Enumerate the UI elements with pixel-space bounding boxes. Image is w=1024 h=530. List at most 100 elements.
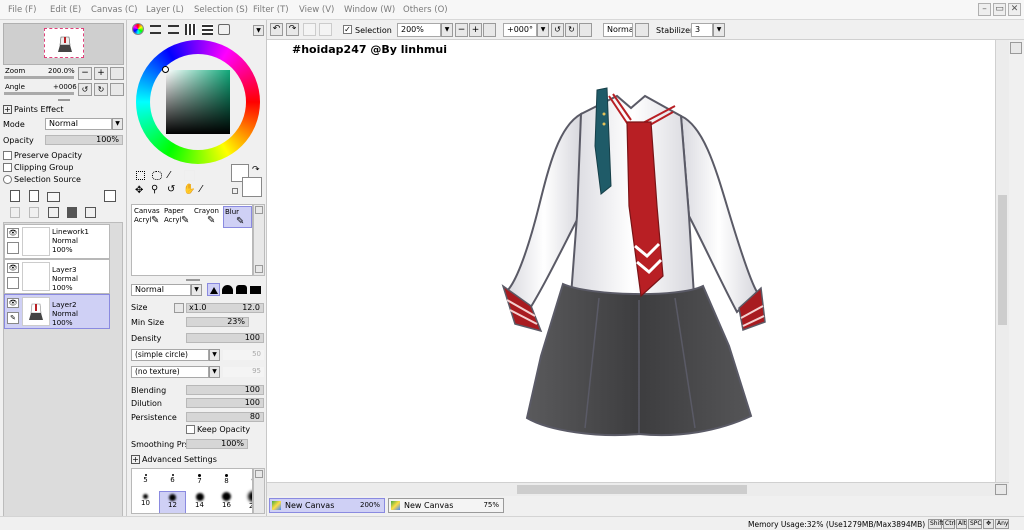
clipping-group-checkbox[interactable] [3, 163, 12, 172]
layer-mask-icon[interactable] [104, 190, 116, 202]
size-presets-scrollbar[interactable] [253, 468, 265, 514]
size-slider[interactable]: x1.0 12.0 [186, 303, 264, 313]
rotate-left-button[interactable]: ↺ [78, 83, 92, 96]
size-preset-20[interactable]: 20 [240, 491, 252, 513]
eye-icon[interactable]: 👁 [7, 263, 19, 273]
min-size-slider[interactable]: 23% [186, 317, 249, 327]
new-layer-icon[interactable] [10, 190, 20, 202]
new-vector-layer-icon[interactable] [29, 190, 39, 202]
chevron-down-icon[interactable]: ▼ [209, 366, 220, 378]
blending-slider[interactable]: 100 [186, 385, 264, 395]
chevron-down-icon[interactable]: ▼ [537, 23, 549, 37]
rotate-reset-button[interactable] [110, 83, 124, 96]
menu-selection[interactable]: Selection (S) [194, 5, 248, 15]
lock-icon[interactable] [7, 242, 19, 254]
zoom-in-button[interactable]: + [469, 23, 482, 37]
rotate-right-button[interactable]: ↻ [94, 83, 108, 96]
brush-texture-select[interactable]: (no texture) [131, 366, 209, 378]
color-picker-handle[interactable] [162, 66, 169, 73]
menu-canvas[interactable]: Canvas (C) [91, 5, 137, 15]
horizontal-scroll-thumb[interactable] [517, 485, 747, 494]
brush-shape-flat[interactable] [236, 285, 247, 294]
menu-view[interactable]: View (V) [299, 5, 334, 15]
preserve-opacity-checkbox[interactable] [3, 151, 12, 160]
scroll-up-button[interactable] [1010, 42, 1022, 54]
menu-filter[interactable]: Filter (T) [253, 5, 289, 15]
invert-selection-button[interactable] [319, 23, 332, 36]
dilution-slider[interactable]: 100 [186, 398, 264, 408]
navigator-viewport[interactable] [44, 28, 84, 58]
size-preset-12[interactable]: 12 [159, 491, 186, 513]
paints-effect-expand-icon[interactable]: + [3, 105, 12, 114]
rotate-reset-button[interactable] [579, 23, 592, 37]
chevron-down-icon[interactable]: ▼ [209, 349, 220, 361]
panel-menu-chevron-icon[interactable]: ▼ [253, 25, 264, 36]
move-icon[interactable]: ✥ [135, 185, 143, 196]
brush-shape-round[interactable] [222, 285, 233, 294]
clear-layer-icon[interactable] [48, 207, 59, 218]
layer-opacity-slider[interactable]: 100% [45, 135, 123, 145]
brush-shape-select[interactable]: (simple circle) [131, 349, 209, 361]
merge-down-icon[interactable] [29, 207, 39, 218]
brush-blend-mode-select[interactable]: Normal [131, 284, 191, 296]
zoom-in-button[interactable]: + [94, 67, 108, 80]
pen-icon[interactable]: ✎ [7, 312, 19, 324]
saturation-value-square[interactable] [166, 70, 230, 134]
chevron-down-icon[interactable]: ▼ [112, 118, 123, 130]
selection-checkbox[interactable]: ✓ [343, 25, 352, 34]
menu-window[interactable]: Window (W) [344, 5, 395, 15]
size-multiplier[interactable]: x1.0 [189, 303, 206, 312]
brush-texture-strength[interactable]: 95 [223, 367, 264, 377]
selection-source-radio[interactable] [3, 175, 12, 184]
size-preset-10[interactable]: 10 [132, 491, 159, 513]
zoom-select[interactable]: 200% [397, 23, 441, 37]
navigator-preview[interactable] [3, 23, 124, 65]
swatches-tab-icon[interactable] [185, 24, 196, 35]
menu-layer[interactable]: Layer (L) [146, 5, 184, 15]
close-button[interactable]: ✕ [1008, 3, 1021, 16]
advanced-expand-icon[interactable]: + [131, 455, 140, 464]
layer-settings-icon[interactable] [85, 207, 96, 218]
smoothing-slider[interactable]: 100% [186, 439, 248, 449]
canvas[interactable]: #hoidap247 @By linhmui [267, 40, 995, 482]
chevron-down-icon[interactable]: ▼ [713, 23, 725, 37]
vertical-scrollbar[interactable] [995, 40, 1009, 482]
zoom-reset-button[interactable] [110, 67, 124, 80]
scroll-right-button[interactable] [995, 484, 1007, 495]
eye-icon[interactable]: 👁 [7, 298, 19, 308]
view-mode-select[interactable]: Normal [603, 23, 633, 37]
rgb-sliders-tab-icon[interactable] [150, 25, 161, 34]
magic-wand-icon[interactable]: ⁄ [168, 170, 170, 181]
zoom-slider[interactable] [4, 76, 74, 79]
chevron-down-icon[interactable]: ▼ [191, 284, 202, 296]
menu-file[interactable]: File (F) [8, 5, 36, 15]
layer-item-layer3[interactable]: 👁 Layer3 Normal 100% [4, 259, 110, 294]
tool-crayon[interactable]: Crayon ✎ [193, 206, 222, 228]
scroll-up-button[interactable] [255, 470, 263, 478]
color-picker-tab-icon[interactable] [218, 24, 230, 35]
panel-splitter[interactable] [58, 99, 70, 101]
tool-paper-acryl[interactable]: Paper Acryl ✎ [163, 206, 192, 228]
color-wheel-tab-icon[interactable] [132, 23, 144, 35]
scratchpad-tab-icon[interactable] [202, 24, 213, 35]
scroll-down-button[interactable] [255, 265, 263, 273]
tool-grid-scrollbar[interactable] [253, 204, 265, 276]
lock-icon[interactable] [7, 277, 19, 289]
persistence-slider[interactable]: 80 [186, 412, 264, 422]
size-preset-14[interactable]: 14 [186, 491, 213, 513]
zoom-fit-button[interactable] [483, 23, 496, 37]
brush-shape-sharp[interactable] [207, 283, 220, 296]
reset-colors-icon[interactable] [232, 188, 238, 194]
redo-button[interactable]: ↷ [286, 23, 299, 36]
transfer-down-icon[interactable] [10, 207, 20, 218]
layer-item-layer2[interactable]: 👁 ✎ Layer2 Normal 100% [4, 294, 110, 329]
rectangle-select-icon[interactable] [136, 171, 145, 180]
scroll-up-button[interactable] [255, 206, 263, 214]
hue-ring[interactable] [136, 40, 260, 164]
new-folder-icon[interactable] [47, 192, 60, 202]
swap-colors-icon[interactable]: ↷ [252, 165, 260, 175]
keep-opacity-checkbox[interactable] [186, 425, 195, 434]
horizontal-scrollbar[interactable] [267, 482, 1009, 496]
deselect-button[interactable] [303, 23, 316, 36]
eye-icon[interactable]: 👁 [7, 228, 19, 238]
